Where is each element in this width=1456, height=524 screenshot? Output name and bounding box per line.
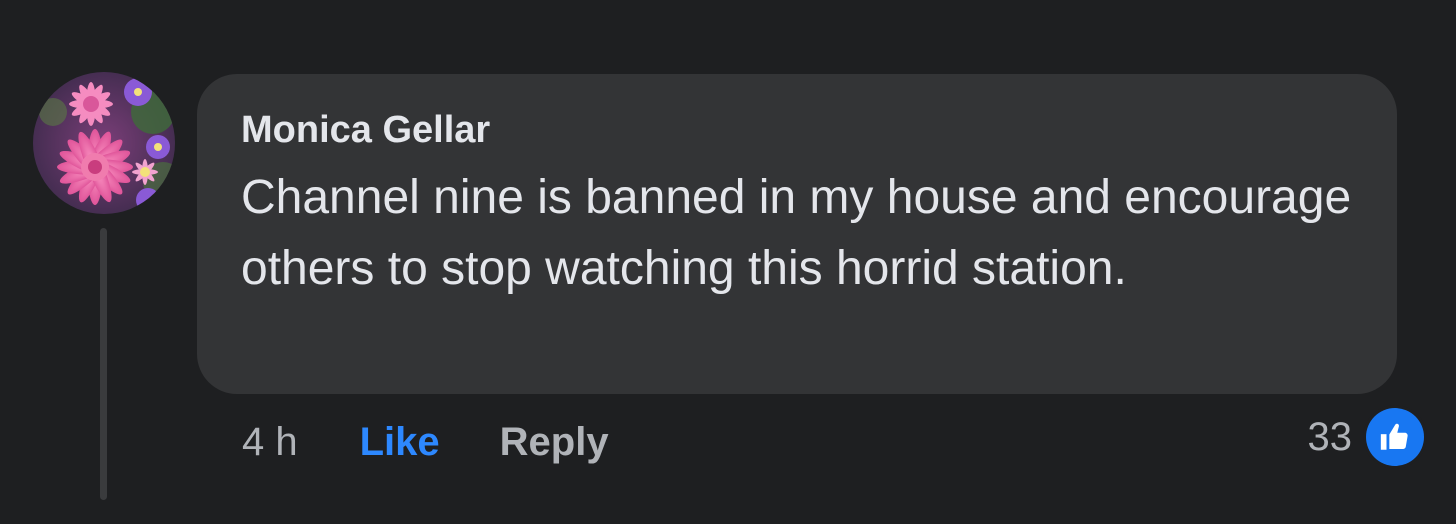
reaction-summary[interactable]: 33 — [1307, 408, 1424, 466]
avatar[interactable] — [33, 72, 175, 214]
comment-text: Channel nine is banned in my house and e… — [241, 171, 1352, 295]
like-button[interactable]: Like — [360, 420, 440, 465]
thumbs-up-icon — [1366, 408, 1424, 466]
thread-line — [100, 228, 107, 500]
comment-timestamp[interactable]: 4 h — [242, 420, 298, 465]
flower-avatar-image — [33, 72, 175, 214]
comment-actions: 4 h Like Reply — [242, 414, 609, 470]
comment-thread: Monica Gellar Channel nine is banned in … — [0, 0, 1456, 524]
reply-button[interactable]: Reply — [500, 420, 609, 465]
reaction-count: 33 — [1307, 414, 1353, 459]
comment-bubble: Monica Gellar Channel nine is banned in … — [197, 74, 1397, 394]
comment-author[interactable]: Monica Gellar — [241, 108, 1357, 152]
